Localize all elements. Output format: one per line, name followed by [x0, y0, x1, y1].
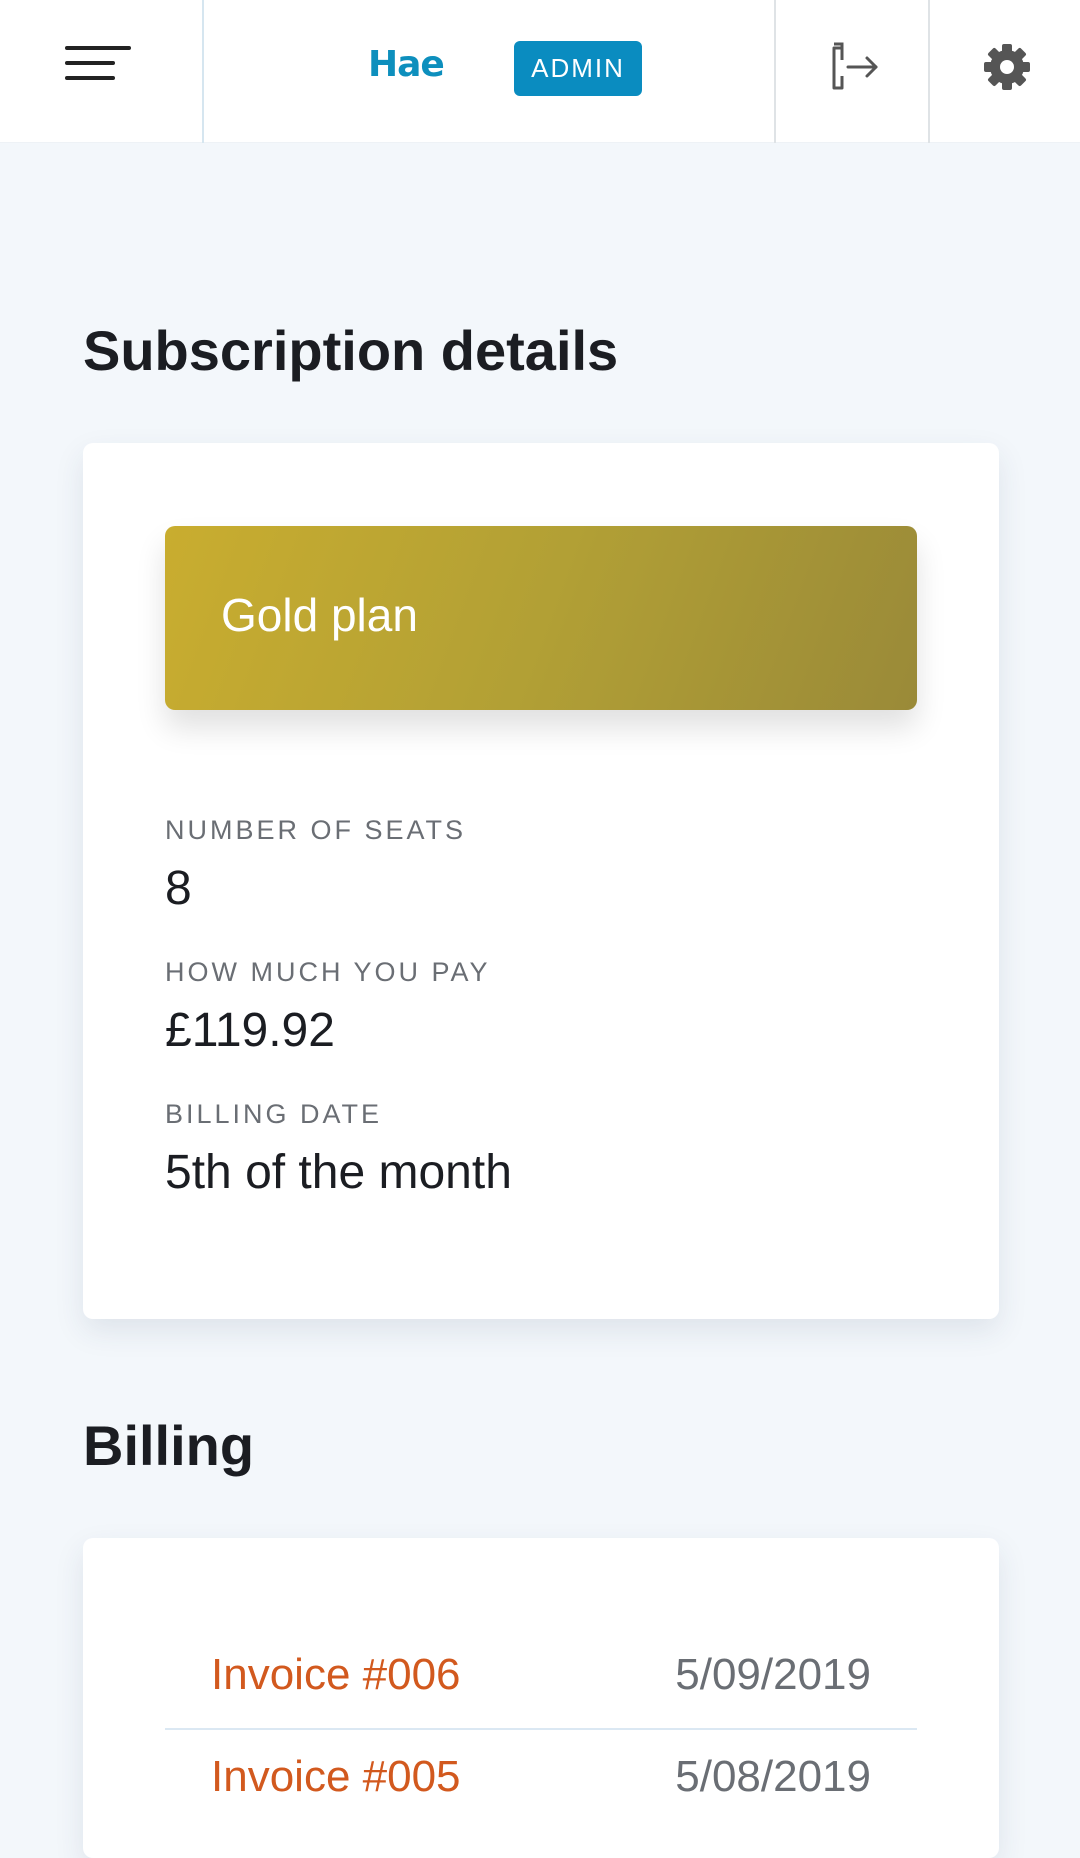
invoice-link[interactable]: Invoice #005 — [211, 1752, 461, 1802]
payment-label: HOW MUCH YOU PAY — [165, 957, 491, 987]
gear-icon — [984, 44, 1030, 90]
billing-date-label: BILLING DATE — [165, 1099, 383, 1129]
payment-value: £119.92 — [165, 1004, 335, 1057]
plan-name: Gold plan — [221, 589, 418, 641]
subscription-details-title: Subscription details — [83, 319, 619, 382]
brand-area: Hae ADMIN — [206, 0, 774, 143]
invoice-date: 5/09/2019 — [675, 1650, 871, 1699]
app-logo[interactable]: Hae — [368, 44, 445, 85]
logout-button[interactable] — [774, 0, 930, 143]
logout-icon — [832, 42, 878, 90]
subscription-card: Gold plan NUMBER OF SEATS 8 HOW MUCH YOU… — [83, 443, 999, 1319]
billing-title: Billing — [83, 1414, 255, 1477]
plan-banner: Gold plan — [165, 526, 917, 710]
seats-value: 8 — [165, 862, 192, 915]
invoice-link[interactable]: Invoice #006 — [211, 1650, 461, 1700]
billing-card: Invoice #006 5/09/2019 Invoice #005 5/08… — [83, 1538, 999, 1858]
admin-badge: ADMIN — [514, 41, 642, 96]
invoice-row: Invoice #006 5/09/2019 — [165, 1630, 917, 1730]
seats-label: NUMBER OF SEATS — [165, 815, 467, 845]
top-bar: Hae ADMIN — [0, 0, 1080, 143]
menu-button[interactable] — [0, 0, 204, 143]
billing-date-value: 5th of the month — [165, 1146, 512, 1199]
invoice-row: Invoice #005 5/08/2019 — [165, 1732, 917, 1832]
settings-button[interactable] — [930, 0, 1080, 143]
invoice-date: 5/08/2019 — [675, 1752, 871, 1801]
